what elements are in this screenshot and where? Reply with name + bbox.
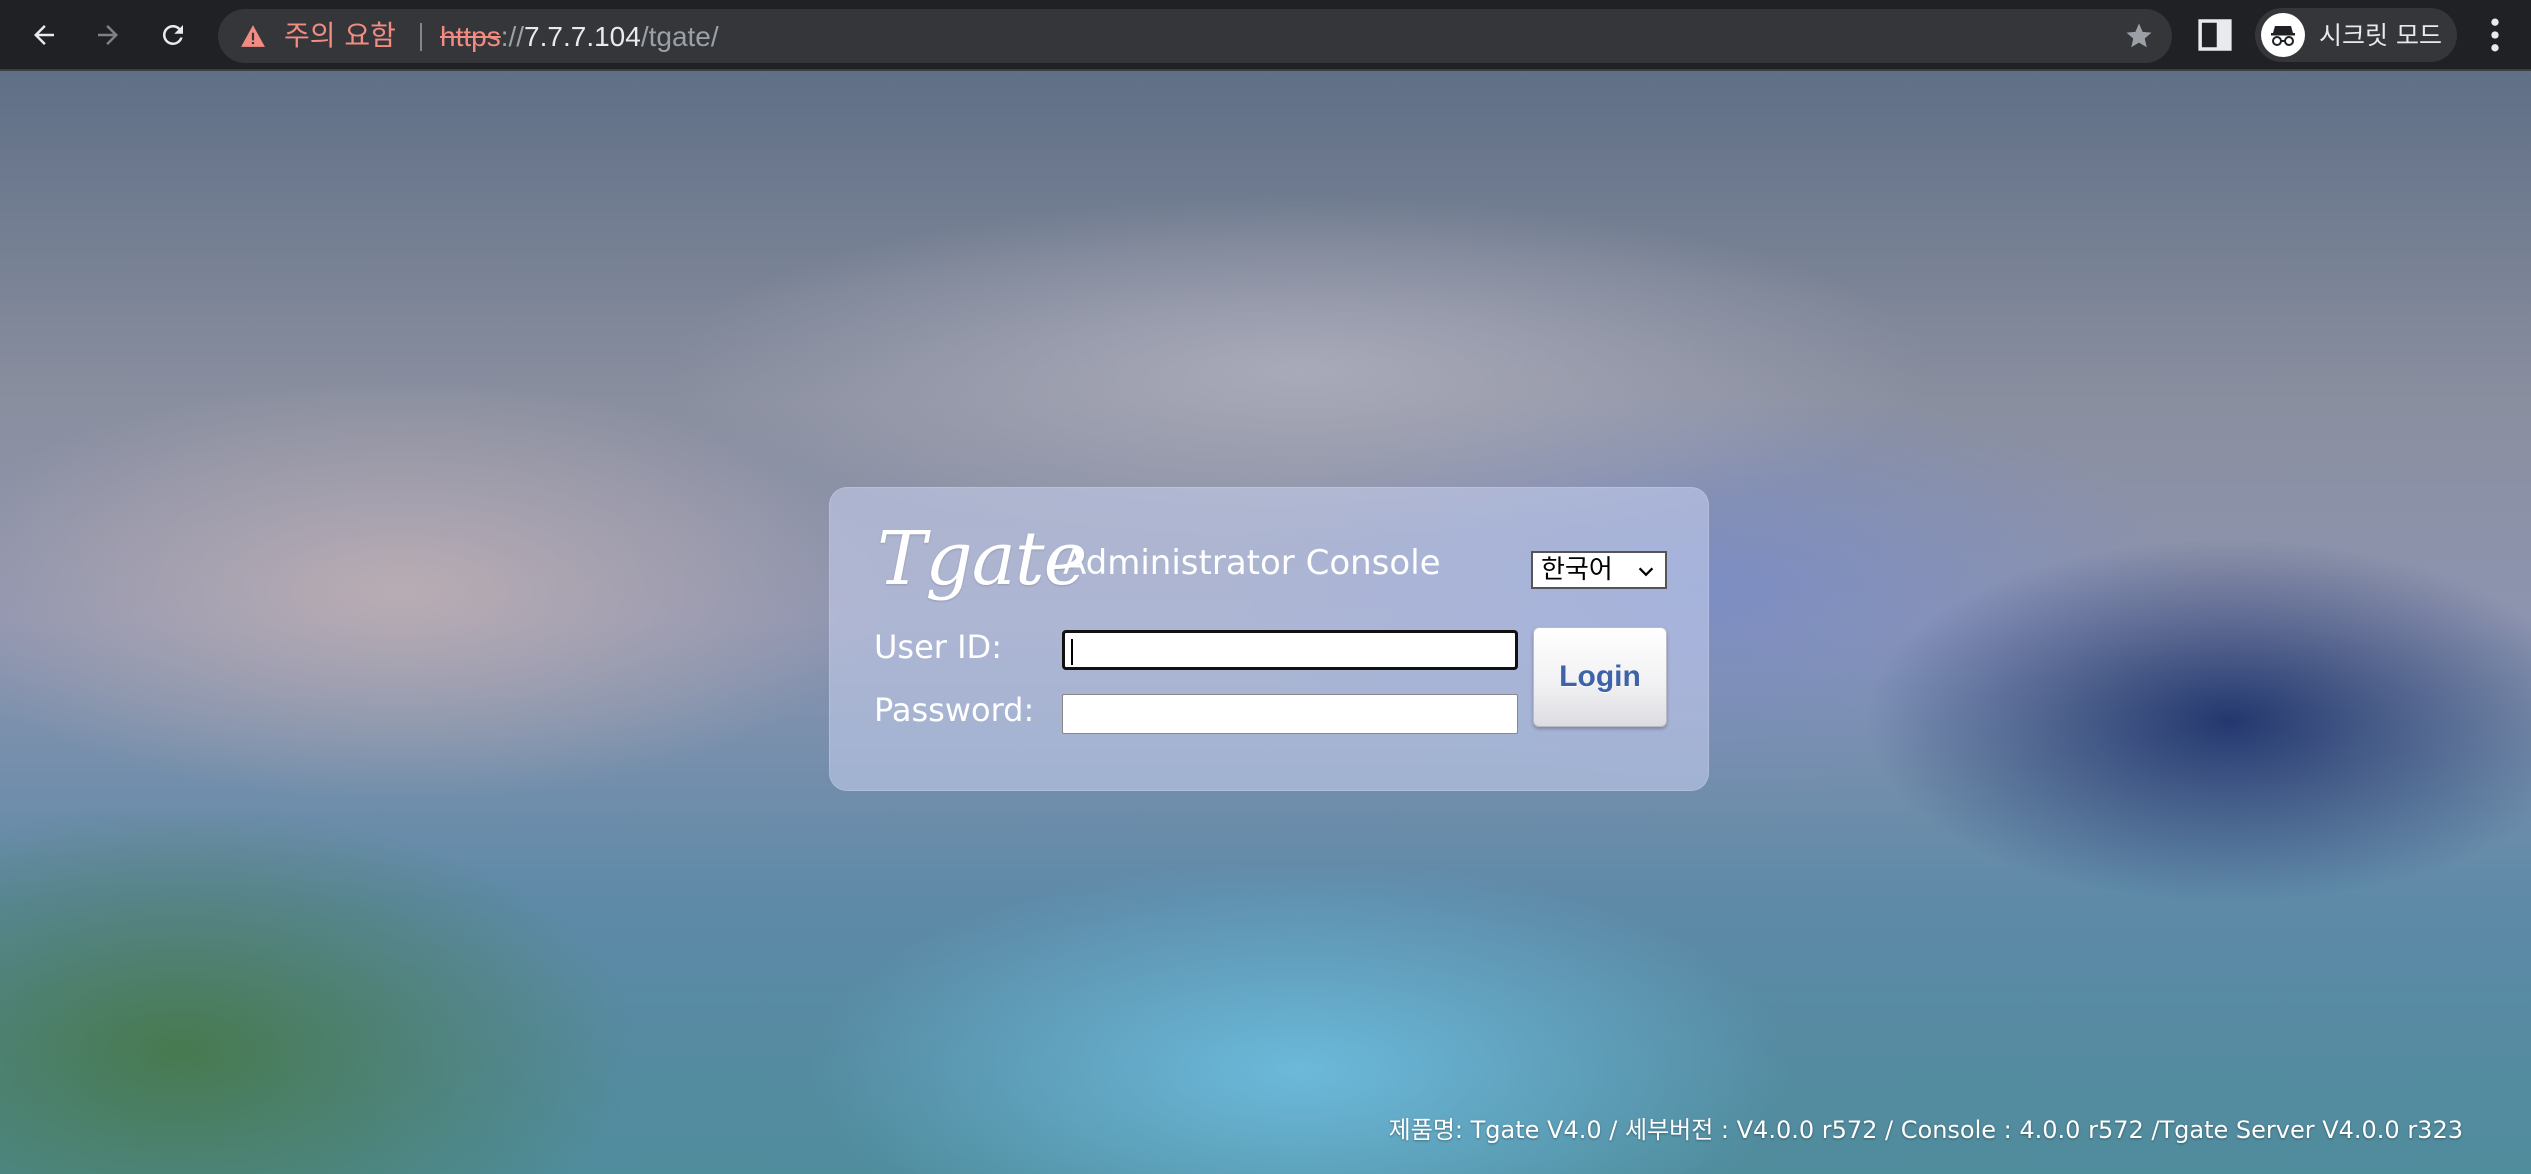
star-icon[interactable] [2124,21,2154,51]
url-scheme: https [440,21,501,52]
incognito-label: 시크릿 모드 [2319,21,2442,50]
kebab-menu-icon[interactable] [2480,13,2510,57]
chevron-down-icon [1638,567,1654,577]
address-bar[interactable]: 주의 요함 https://7.7.7.104/tgate/ [218,9,2172,63]
user-id-label: User ID: [874,628,1002,666]
url-separator: :// [500,21,525,52]
login-page: Tgate Administrator Console 한국어 User ID:… [0,71,2531,1174]
warning-triangle-icon[interactable] [240,24,266,48]
password-input[interactable] [1062,694,1518,734]
back-button[interactable] [20,11,68,59]
browser-toolbar: 주의 요함 https://7.7.7.104/tgate/ 시크릿 모드 [0,0,2531,71]
console-title: Administrator Console [1063,543,1441,583]
reload-button[interactable] [149,11,197,59]
forward-arrow-icon [98,25,118,45]
side-panel-icon[interactable] [2194,14,2236,56]
tgate-logo: Tgate [877,516,1087,602]
user-id-input[interactable] [1062,630,1518,670]
reload-icon [162,24,183,45]
incognito-indicator[interactable]: 시크릿 모드 [2255,8,2457,62]
password-label: Password: [874,691,1035,729]
url-path: /tgate/ [640,21,719,52]
language-select[interactable]: 한국어 [1531,551,1667,589]
login-panel: Tgate Administrator Console 한국어 User ID:… [829,487,1709,791]
omnibox-divider [420,23,422,51]
back-arrow-icon [34,25,54,45]
forward-button[interactable] [84,11,132,59]
login-button[interactable]: Login [1533,627,1667,727]
url-host: 7.7.7.104 [524,21,641,52]
incognito-icon [2261,13,2305,57]
security-warning-label[interactable]: 주의 요함 [284,19,396,53]
language-selected-value: 한국어 [1541,555,1613,585]
text-caret [1071,639,1073,665]
version-info: 제품명: Tgate V4.0 / 세부버전 : V4.0.0 r572 / C… [1388,1116,2463,1144]
url-text[interactable]: https://7.7.7.104/tgate/ [440,20,719,54]
